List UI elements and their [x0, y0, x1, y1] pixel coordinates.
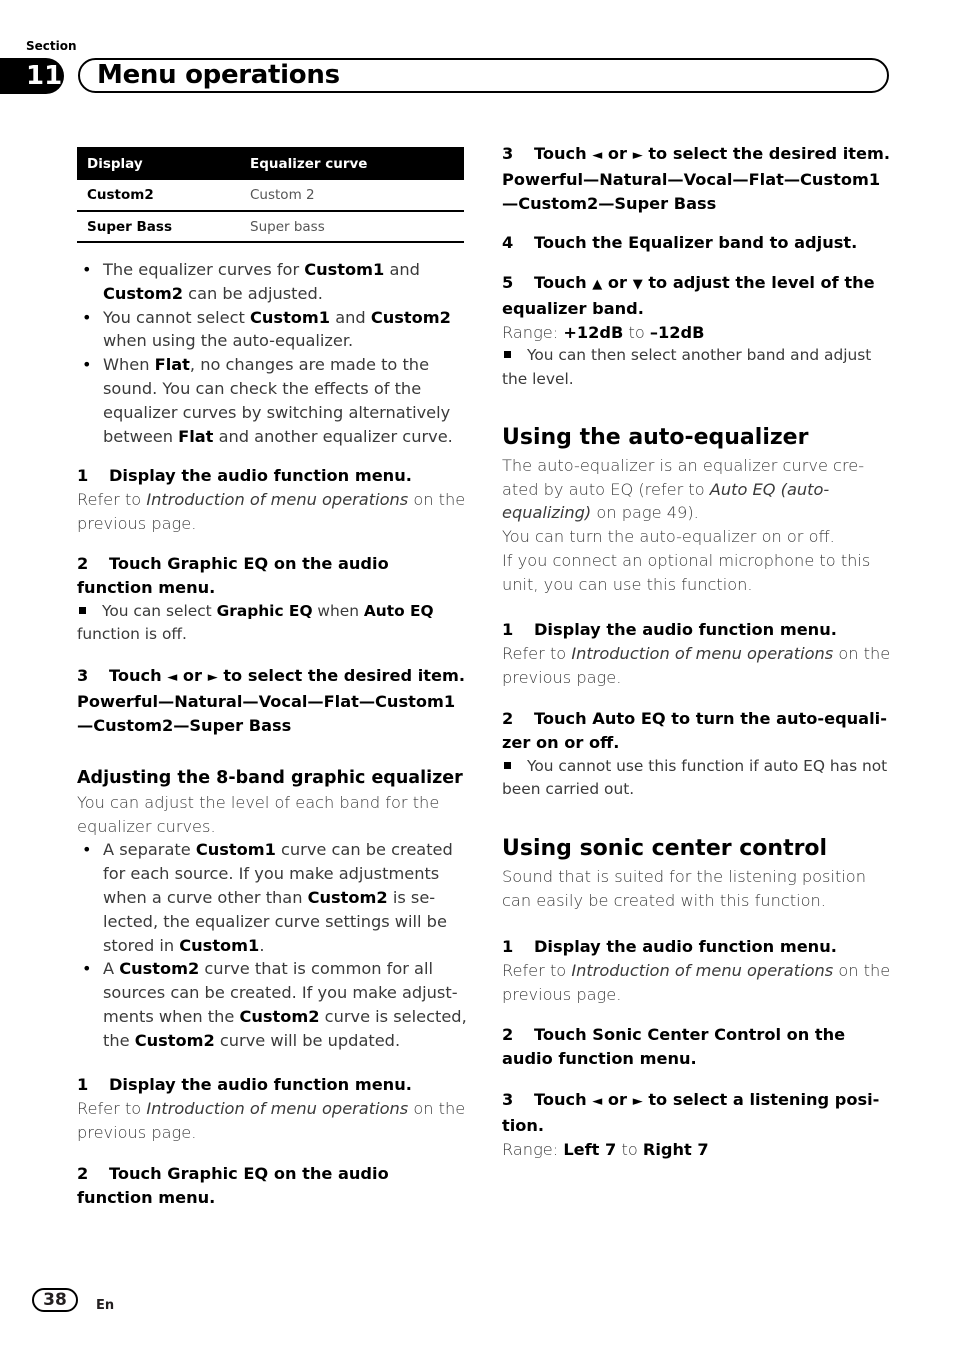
step-note: You can then select another band and adj… — [502, 346, 872, 389]
step-heading: 1 Display the audio function menu. — [77, 466, 412, 485]
right-step-5: 5 Touch ▲ or ▼ to adjust the level of the… — [502, 271, 892, 392]
step-reference: Refer to Introduction of menu operations… — [77, 1098, 466, 1142]
step-heading: 2 Touch Sonic Center Control on the audio… — [502, 1025, 846, 1068]
table-header-curve: Equalizer curve — [240, 147, 464, 180]
sonic-center-section: Using sonic center control Sound that is… — [502, 837, 892, 912]
list-item: You cannot select Custom1 and Custom2 wh… — [77, 306, 467, 354]
section-label: Section — [26, 39, 77, 53]
auto-eq-step-1: 1 Display the audio function menu. Refer … — [502, 618, 892, 689]
step-heading: 1 Display the audio function menu. — [502, 620, 837, 639]
sonic-step-2: 2 Touch Sonic Center Control on the audio… — [502, 1023, 892, 1071]
page-title: Menu operations — [97, 60, 340, 90]
list-item: When Flat, no changes are made to the so… — [77, 353, 467, 448]
step-heading: 3 Touch ◄ or ► to select a listening posi… — [502, 1090, 880, 1135]
table-cell-display: Custom2 — [77, 180, 240, 212]
table-header-row: Display Equalizer curve — [77, 147, 464, 180]
section-intro: You can adjust the level of each band fo… — [77, 792, 440, 836]
table-cell-curve: Super bass — [240, 211, 464, 243]
square-bullet-icon — [79, 606, 86, 614]
up-arrow-icon: ▲ — [592, 277, 603, 292]
step-heading: 4 Touch the Equalizer band to adjust. — [502, 233, 858, 252]
list-item: A separate Custom1 curve can be created … — [77, 838, 467, 957]
step-heading: 5 Touch ▲ or ▼ to adjust the level of the… — [502, 273, 875, 318]
left-step-3: 3 Touch ◄ or ► to select the desired item… — [77, 664, 467, 737]
step-heading: 3 Touch ◄ or ► to select the desired item… — [502, 144, 891, 163]
graphic-eq-section: Adjusting the 8-band graphic equalizer Y… — [77, 767, 467, 1053]
step-heading: 2 Touch Auto EQ to turn the auto-equali­z… — [502, 709, 887, 752]
step-reference: Refer to Introduction of menu operations… — [502, 643, 891, 687]
section-number-badge: 11 — [0, 58, 64, 94]
range-text: Range: +12dB to –12dB — [502, 322, 705, 342]
step-note: You can select Graphic EQ when Auto EQ f… — [77, 601, 434, 644]
equalizer-curve-sequence: Powerful—Natural—Vocal—Flat—Custom1—Cust… — [502, 169, 881, 213]
right-arrow-icon: ► — [632, 148, 643, 163]
list-item: The equalizer curves for Custom1 and Cus… — [77, 258, 467, 306]
section-text: You can turn the auto-equalizer on or of… — [502, 527, 835, 547]
step-heading: 1 Display the audio function menu. — [77, 1075, 412, 1094]
section-heading: Using sonic center control — [502, 836, 828, 861]
left-step-1: 1 Display the audio function menu. Refer … — [77, 464, 467, 535]
right-step-3: 3 Touch ◄ or ► to select the desired item… — [502, 142, 892, 215]
left-arrow-icon: ◄ — [167, 670, 178, 685]
section-intro: The auto-equalizer is an equalizer curve… — [502, 455, 865, 523]
table-cell-curve: Custom 2 — [240, 180, 464, 212]
left-arrow-icon: ◄ — [592, 148, 603, 163]
table-cell-display: Super Bass — [77, 211, 240, 243]
table-header-display: Display — [77, 147, 240, 180]
right-arrow-icon: ► — [632, 1094, 643, 1109]
step-heading: 2 Touch Graphic EQ on the audio function … — [77, 554, 389, 597]
page-number: 38 — [32, 1288, 78, 1312]
left-step-5: 2 Touch Graphic EQ on the audio function … — [77, 1162, 467, 1210]
equalizer-curve-sequence: Powerful—Natural—Vocal—Flat—Custom1—Cust… — [77, 691, 456, 735]
step-heading: 3 Touch ◄ or ► to select the desired item… — [77, 666, 466, 685]
step-heading: 2 Touch Graphic EQ on the audio function … — [77, 1164, 389, 1207]
step-heading: 1 Display the audio function menu. — [502, 937, 837, 956]
section-heading: Using the auto-equalizer — [502, 425, 809, 450]
left-arrow-icon: ◄ — [592, 1094, 603, 1109]
equalizer-notes-list: The equalizer curves for Custom1 and Cus… — [77, 258, 467, 448]
right-arrow-icon: ► — [207, 670, 218, 685]
left-step-4: 1 Display the audio function menu. Refer … — [77, 1073, 467, 1144]
step-reference: Refer to Introduction of menu operations… — [77, 489, 466, 533]
graphic-eq-notes-list: A separate Custom1 curve can be created … — [77, 838, 467, 1052]
step-reference: Refer to Introduction of menu operations… — [502, 960, 891, 1004]
section-text: If you connect an optional microphone to… — [502, 550, 871, 594]
left-step-2: 2 Touch Graphic EQ on the audio function … — [77, 552, 467, 647]
square-bullet-icon — [504, 761, 511, 769]
down-arrow-icon: ▼ — [632, 277, 643, 292]
square-bullet-icon — [504, 351, 511, 359]
auto-equalizer-section: Using the auto-equalizer The auto-equali… — [502, 426, 892, 597]
sonic-step-3: 3 Touch ◄ or ► to select a listening posi… — [502, 1088, 892, 1161]
list-item: A Custom2 curve that is common for all s… — [77, 957, 467, 1052]
table-row: Super Bass Super bass — [77, 211, 464, 243]
right-step-4: 4 Touch the Equalizer band to adjust. — [502, 231, 892, 255]
equalizer-table: Display Equalizer curve Custom2 Custom 2… — [77, 147, 464, 243]
section-intro: Sound that is suited for the listening p… — [502, 866, 866, 910]
language-code: En — [96, 1298, 115, 1313]
range-text: Range: Left 7 to Right 7 — [502, 1139, 709, 1159]
table-row: Custom2 Custom 2 — [77, 180, 464, 212]
section-subheading: Adjusting the 8-band graphic equalizer — [77, 768, 463, 788]
sonic-step-1: 1 Display the audio function menu. Refer … — [502, 935, 892, 1006]
step-note: You cannot use this function if auto EQ … — [502, 756, 888, 799]
auto-eq-step-2: 2 Touch Auto EQ to turn the auto-equali­z… — [502, 707, 892, 802]
